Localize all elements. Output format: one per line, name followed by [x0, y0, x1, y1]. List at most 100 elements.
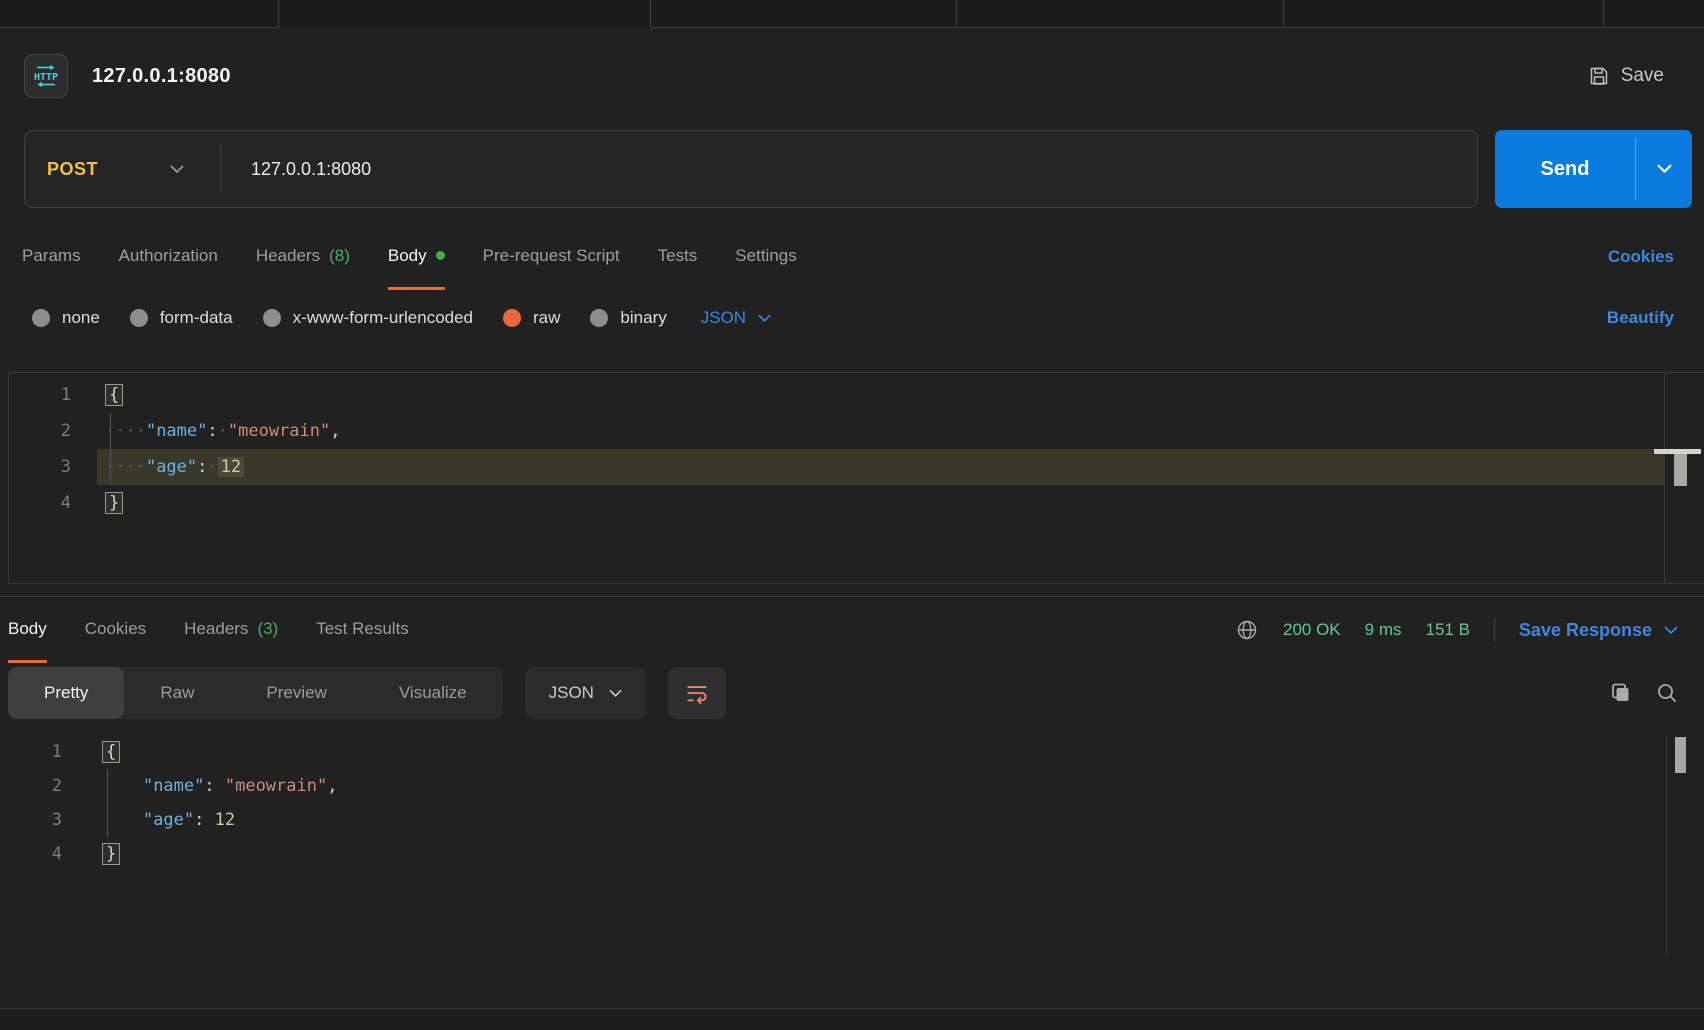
mode-form-data[interactable]: form-data [130, 308, 233, 328]
divider [1494, 617, 1495, 643]
mode-label: x-www-form-urlencoded [293, 308, 473, 328]
viewer-line-4: 4 } [0, 837, 1704, 871]
view-pretty[interactable]: Pretty [8, 667, 124, 719]
url-box: POST 127.0.0.1:8080 [24, 130, 1478, 208]
editor-scrollbar-thumb[interactable] [1674, 454, 1687, 486]
indent [102, 776, 143, 796]
response-tab-body[interactable]: Body [8, 597, 47, 663]
save-response-label: Save Response [1519, 620, 1652, 641]
send-options-chevron-icon[interactable] [1636, 130, 1692, 208]
view-preview[interactable]: Preview [230, 667, 362, 719]
viewer-line-2: 2 "name": "meowrain", [0, 769, 1704, 803]
tab-settings[interactable]: Settings [735, 224, 796, 290]
language-label: JSON [701, 308, 746, 328]
response-body-viewer[interactable]: 1 { 2 "name": "meowrain", 3 "age": 12 4 … [0, 731, 1704, 955]
divider [220, 145, 221, 193]
http-method-icon: HTTP [24, 54, 68, 98]
close-brace: } [102, 843, 120, 865]
editor-scrollbar[interactable] [1664, 373, 1665, 583]
viewer-line-1: 1 { [0, 735, 1704, 769]
chevron-down-icon[interactable] [170, 165, 184, 174]
svg-text:HTTP: HTTP [34, 72, 58, 83]
mode-label: form-data [160, 308, 233, 328]
tab-divider [1283, 0, 1284, 28]
response-toolbar: Pretty Raw Preview Visualize JSON [0, 667, 1704, 719]
cookies-link[interactable]: Cookies [1608, 247, 1674, 267]
body-modified-dot [436, 251, 445, 260]
tab-headers[interactable]: Headers (8) [256, 224, 350, 290]
mode-label: raw [533, 308, 560, 328]
tab-divider [1603, 0, 1604, 28]
response-tab-cookies[interactable]: Cookies [85, 597, 146, 663]
save-button[interactable]: Save [1588, 65, 1664, 87]
colon: : [204, 776, 224, 796]
tab-divider [956, 0, 957, 28]
tab-strip[interactable] [0, 0, 1704, 28]
globe-icon[interactable] [1235, 618, 1259, 642]
colon: : [207, 421, 217, 441]
chevron-down-icon [609, 689, 622, 698]
status-code[interactable]: 200 OK [1283, 620, 1341, 640]
tab-label: Body [388, 246, 427, 266]
tab-label: Params [22, 246, 81, 266]
mode-binary[interactable]: binary [590, 308, 666, 328]
url-input[interactable]: 127.0.0.1:8080 [251, 159, 371, 180]
response-tab-headers[interactable]: Headers (3) [184, 597, 278, 663]
mode-raw[interactable]: raw [503, 308, 560, 328]
tab-authorization[interactable]: Authorization [119, 224, 218, 290]
indent-guide [110, 413, 111, 485]
save-icon [1588, 65, 1610, 87]
json-key: "name" [146, 421, 207, 441]
body-mode-row: none form-data x-www-form-urlencoded raw… [0, 292, 1704, 344]
tab-pre-request-script[interactable]: Pre-request Script [483, 224, 620, 290]
tab-params[interactable]: Params [22, 224, 81, 290]
radio-selected-icon [503, 309, 521, 327]
line-number: 1 [9, 377, 97, 413]
editor-line-3-active: 3 ····"age":·12 [9, 449, 1704, 485]
method-select[interactable]: POST [47, 159, 98, 180]
response-size[interactable]: 151 B [1425, 620, 1469, 640]
open-brace: { [102, 741, 120, 763]
view-switcher: Pretty Raw Preview Visualize [8, 667, 503, 719]
response-tools [1610, 682, 1678, 704]
language-label: JSON [549, 683, 594, 703]
json-key: "name" [143, 776, 204, 796]
tab-label: Pre-request Script [483, 246, 620, 266]
view-visualize[interactable]: Visualize [363, 667, 503, 719]
editor-line-2: 2 ····"name":·"meowrain", [9, 413, 1704, 449]
tab-label: Body [8, 619, 47, 639]
request-title: 127.0.0.1:8080 [92, 65, 231, 88]
send-button[interactable]: Send [1495, 130, 1692, 208]
radio-icon [263, 309, 281, 327]
save-response-button[interactable]: Save Response [1519, 620, 1678, 641]
beautify-link[interactable]: Beautify [1607, 308, 1674, 328]
tab-label: Authorization [119, 246, 218, 266]
json-string-value: "meowrain" [228, 421, 330, 441]
copy-icon[interactable] [1610, 682, 1632, 704]
json-number-value: 12 [215, 810, 235, 830]
json-string-value: "meowrain" [225, 776, 327, 796]
response-tab-test-results[interactable]: Test Results [316, 597, 409, 663]
response-time[interactable]: 9 ms [1365, 620, 1402, 640]
mode-none[interactable]: none [32, 308, 100, 328]
tab-tests[interactable]: Tests [658, 224, 698, 290]
view-raw[interactable]: Raw [124, 667, 230, 719]
request-body-editor[interactable]: 1 { 2 ····"name":·"meowrain", 3 ····"age… [8, 372, 1704, 584]
colon: : [194, 810, 214, 830]
viewer-scrollbar[interactable] [1666, 735, 1667, 955]
editor-line-4: 4 } [9, 485, 1704, 521]
save-label: Save [1621, 65, 1664, 87]
comma: , [330, 421, 340, 441]
wrap-text-button[interactable] [668, 667, 726, 719]
json-number-value: 12 [218, 457, 244, 477]
search-icon[interactable] [1656, 682, 1678, 704]
mode-x-www-form-urlencoded[interactable]: x-www-form-urlencoded [263, 308, 473, 328]
request-language-select[interactable]: JSON [701, 308, 771, 328]
json-key: "age" [143, 810, 194, 830]
viewer-scrollbar-thumb[interactable] [1675, 737, 1686, 773]
whitespace-dot: · [218, 421, 228, 441]
tab-body[interactable]: Body [388, 224, 445, 290]
response-status-group: 200 OK 9 ms 151 B Save Response [1235, 597, 1678, 663]
close-brace: } [105, 492, 123, 514]
response-language-select[interactable]: JSON [525, 667, 646, 719]
